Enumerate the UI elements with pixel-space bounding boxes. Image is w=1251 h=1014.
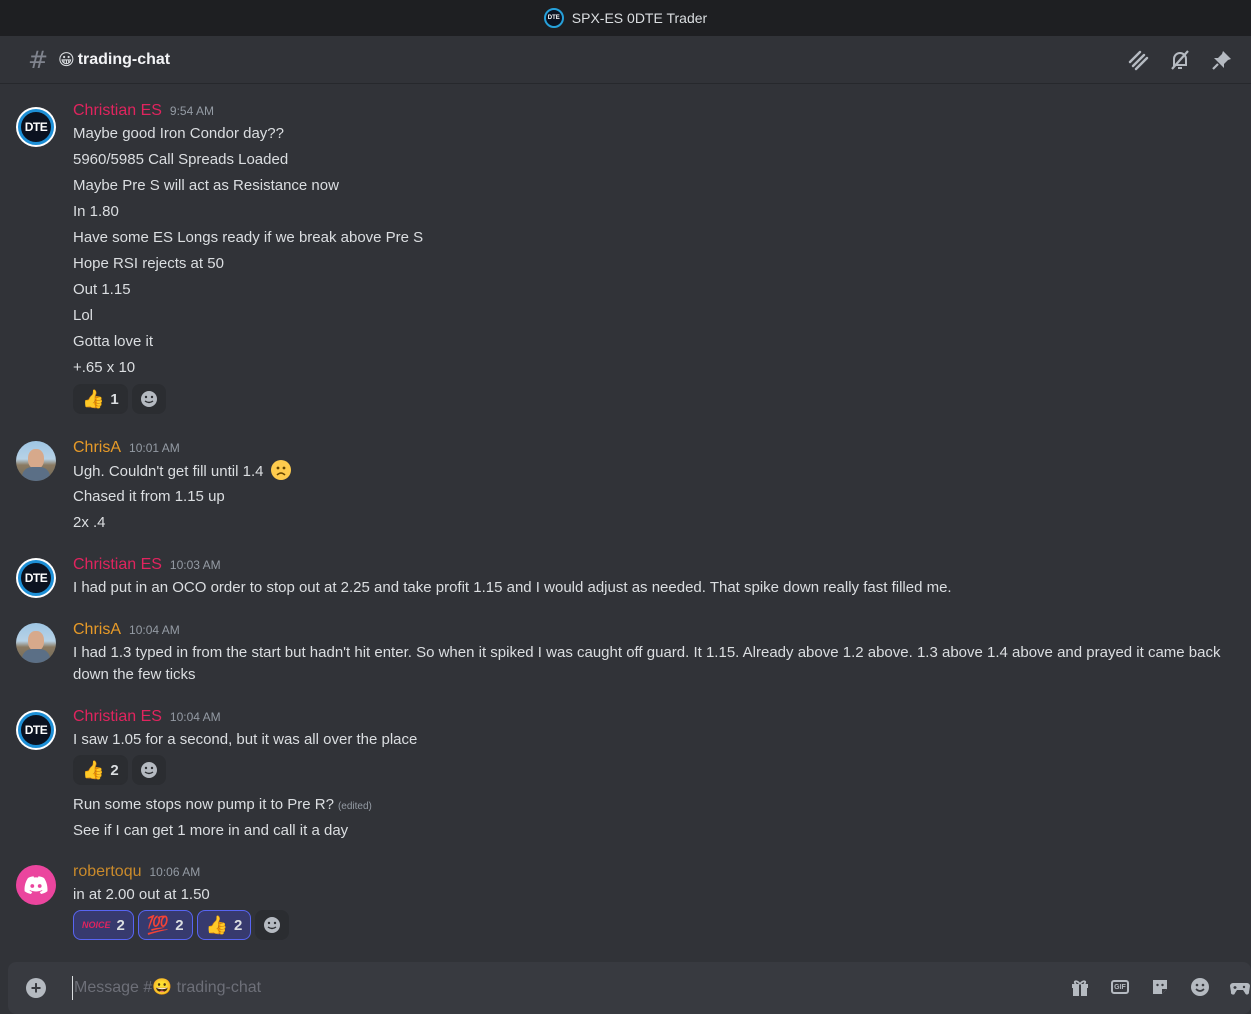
edited-label: (edited) bbox=[337, 801, 372, 812]
reaction-bar: NOICE 2 💯 2 👍 2 bbox=[73, 910, 290, 940]
pin-icon[interactable] bbox=[1211, 48, 1233, 72]
message-line: Maybe Pre S will act as Resistance now bbox=[73, 177, 339, 194]
window-title: SPX-ES 0DTE Trader bbox=[571, 10, 708, 26]
avatar[interactable] bbox=[16, 865, 56, 905]
emoji-picker-icon[interactable] bbox=[1189, 976, 1211, 998]
reaction-noice[interactable]: NOICE 2 bbox=[73, 910, 134, 940]
username[interactable]: Christian ES bbox=[73, 556, 162, 574]
timestamp: 10:04 AM bbox=[129, 623, 180, 637]
username[interactable]: Christian ES bbox=[73, 708, 162, 726]
reaction-thumbs-up[interactable]: 👍 2 bbox=[196, 910, 252, 940]
server-icon: DTE bbox=[543, 8, 564, 28]
hash-icon: # bbox=[28, 45, 49, 74]
upload-plus-button[interactable]: + bbox=[26, 978, 46, 998]
message-line: +.65 x 10 bbox=[73, 359, 136, 376]
avatar[interactable] bbox=[16, 441, 56, 481]
message-line: in at 2.00 out at 1.50 bbox=[73, 886, 210, 903]
username[interactable]: ChrisA bbox=[73, 621, 121, 639]
message-composer: + GIF bbox=[8, 962, 1251, 1014]
message-line: 5960/5985 Call Spreads Loaded bbox=[73, 151, 289, 168]
message-line: Lol bbox=[73, 307, 94, 324]
thumbs-up-icon: 👍 bbox=[82, 388, 105, 409]
reaction-thumbs-up[interactable]: 👍 1 bbox=[73, 384, 128, 414]
smiley-icon bbox=[264, 917, 281, 933]
message-line: I saw 1.05 for a second, but it was all … bbox=[73, 731, 418, 748]
username[interactable]: robertoqu bbox=[73, 863, 142, 881]
username[interactable]: ChrisA bbox=[73, 439, 121, 457]
window-titlebar: DTE SPX-ES 0DTE Trader bbox=[0, 0, 1251, 36]
reaction-bar: 👍 1 bbox=[73, 384, 166, 414]
username[interactable]: Christian ES bbox=[73, 102, 162, 120]
add-reaction-button[interactable] bbox=[131, 755, 166, 785]
message-line: Out 1.15 bbox=[73, 281, 131, 298]
message-line: Run some stops now pump it to Pre R? (edi… bbox=[73, 796, 372, 813]
reaction-hundred[interactable]: 💯 2 bbox=[137, 910, 193, 940]
message-line: Gotta love it bbox=[73, 333, 154, 350]
gif-icon[interactable]: GIF bbox=[1109, 976, 1131, 998]
hundred-points-icon: 💯 bbox=[146, 914, 170, 935]
channel-header: # 😀 trading-chat bbox=[0, 36, 1251, 84]
avatar[interactable] bbox=[16, 623, 56, 663]
notification-muted-icon[interactable] bbox=[1169, 48, 1191, 72]
timestamp: 10:04 AM bbox=[169, 710, 221, 724]
channel-emoji: 😀 bbox=[58, 51, 75, 69]
thumbs-up-icon: 👍 bbox=[205, 914, 229, 935]
sticker-icon[interactable] bbox=[1149, 976, 1171, 998]
gift-icon[interactable] bbox=[1069, 976, 1091, 998]
reaction-thumbs-up[interactable]: 👍 2 bbox=[73, 755, 128, 785]
timestamp: 9:54 AM bbox=[169, 104, 214, 118]
message-line: 2x .4 bbox=[73, 514, 106, 531]
message-input[interactable] bbox=[72, 976, 1052, 1000]
apps-gamepad-icon[interactable] bbox=[1229, 976, 1251, 998]
add-reaction-button[interactable] bbox=[131, 384, 166, 414]
frowning-face-icon bbox=[270, 460, 291, 480]
timestamp: 10:06 AM bbox=[149, 865, 201, 879]
timestamp: 10:03 AM bbox=[169, 558, 221, 572]
reaction-bar: 👍 2 bbox=[73, 755, 166, 785]
message-line: I had put in an OCO order to stop out at… bbox=[73, 579, 952, 596]
message-line: Ugh. Couldn't get fill until 1.4 bbox=[73, 460, 291, 483]
smiley-icon bbox=[140, 762, 157, 778]
add-reaction-button[interactable] bbox=[255, 910, 290, 940]
avatar[interactable]: DTE bbox=[16, 710, 56, 750]
message-line: Hope RSI rejects at 50 bbox=[73, 255, 224, 272]
message-line: I had 1.3 typed in from the start but ha… bbox=[73, 644, 1221, 683]
timestamp: 10:01 AM bbox=[129, 441, 180, 455]
avatar[interactable]: DTE bbox=[16, 107, 56, 147]
noice-icon: NOICE bbox=[82, 920, 111, 930]
message-line: See if I can get 1 more in and call it a… bbox=[73, 822, 349, 839]
message-line: Maybe good Iron Condor day?? bbox=[73, 125, 284, 142]
discord-logo-icon bbox=[24, 876, 48, 894]
message-line: Have some ES Longs ready if we break abo… bbox=[73, 229, 424, 246]
channel-name: trading-chat bbox=[77, 50, 171, 68]
thumbs-up-icon: 👍 bbox=[82, 759, 105, 780]
smiley-icon bbox=[140, 391, 157, 407]
avatar[interactable]: DTE bbox=[16, 558, 56, 598]
message-list: DTE Christian ES 9:54 AM Maybe good Iron… bbox=[0, 85, 1251, 960]
threads-icon[interactable] bbox=[1127, 48, 1149, 72]
message-line: In 1.80 bbox=[73, 203, 119, 220]
message-line: Chased it from 1.15 up bbox=[73, 488, 225, 505]
